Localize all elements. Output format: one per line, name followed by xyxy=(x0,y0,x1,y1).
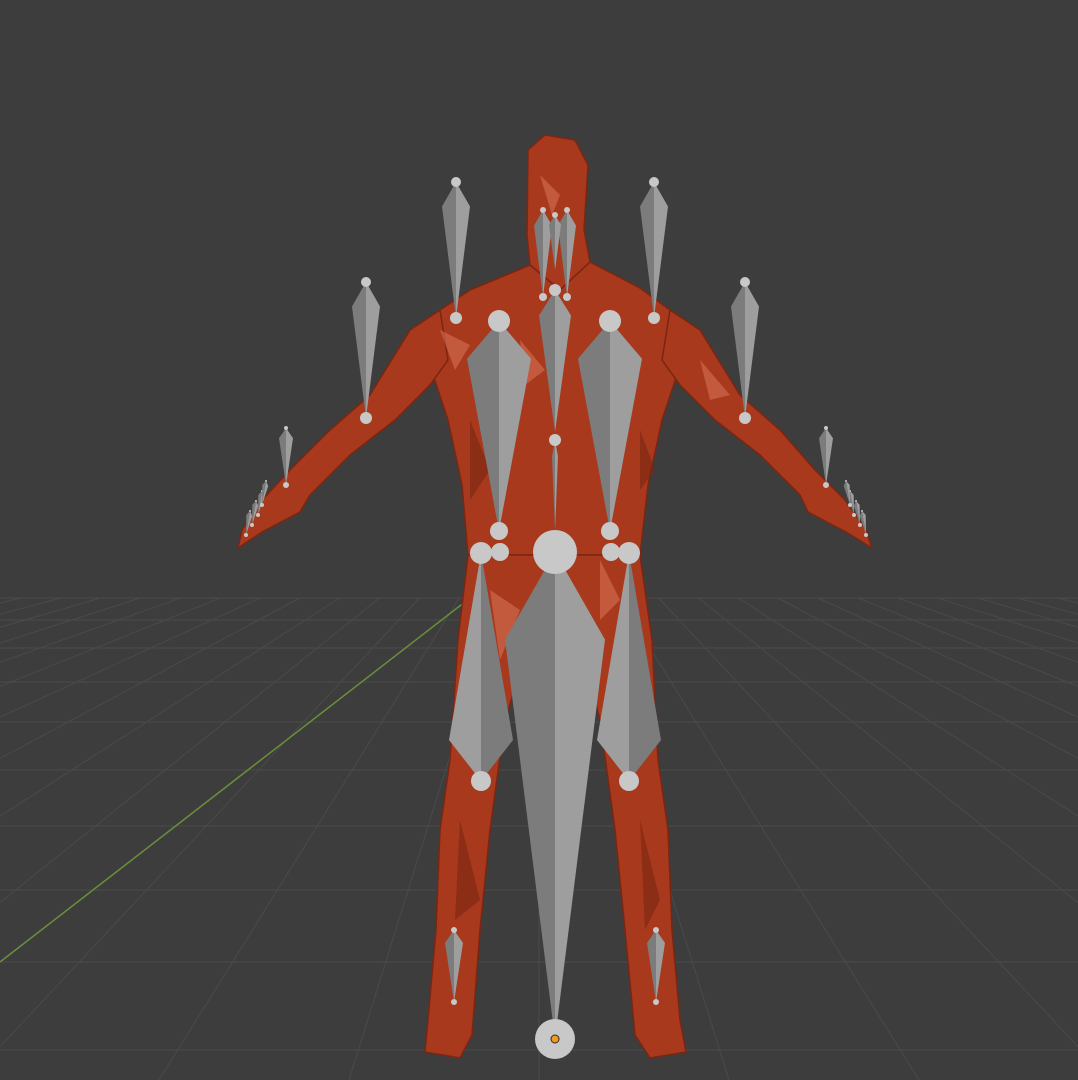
bone-joint[interactable] xyxy=(601,522,619,540)
bone-joint[interactable] xyxy=(451,999,457,1005)
grid-line xyxy=(0,597,221,687)
bone-joint[interactable] xyxy=(739,412,751,424)
bone-joint[interactable] xyxy=(540,207,546,213)
bone-joint[interactable] xyxy=(255,500,257,502)
viewport-scene[interactable] xyxy=(0,0,1078,1080)
bone-joint[interactable] xyxy=(265,480,267,482)
bone-joint[interactable] xyxy=(284,426,288,430)
grid-line xyxy=(857,597,1078,687)
grid-line xyxy=(1017,597,1078,615)
bone-joint[interactable] xyxy=(451,927,457,933)
bone-joint[interactable] xyxy=(549,284,561,296)
bone-joint[interactable] xyxy=(450,312,462,324)
armature[interactable] xyxy=(244,177,868,1059)
bone-joint[interactable] xyxy=(244,533,248,537)
hip-joint[interactable] xyxy=(618,542,640,564)
grid-line xyxy=(977,597,1078,628)
bone-joint[interactable] xyxy=(599,310,621,332)
hip-joint[interactable] xyxy=(602,543,620,561)
grid-line xyxy=(937,597,1078,644)
bone-joint[interactable] xyxy=(858,523,862,527)
bone-joint[interactable] xyxy=(260,503,264,507)
bone-joint[interactable] xyxy=(250,523,254,527)
bone-joint[interactable] xyxy=(549,434,561,446)
bone-joint[interactable] xyxy=(249,510,251,512)
bone-joint[interactable] xyxy=(361,277,371,287)
3d-viewport[interactable] xyxy=(0,0,1078,1080)
bone-joint[interactable] xyxy=(848,503,852,507)
grid-line xyxy=(897,597,1078,663)
bone-joint[interactable] xyxy=(256,513,260,517)
hip-joint[interactable] xyxy=(491,543,509,561)
grid-line xyxy=(0,597,61,615)
bone-joint[interactable] xyxy=(488,310,510,332)
grid-line xyxy=(777,597,1078,759)
bone-joint[interactable] xyxy=(539,293,547,301)
grid-line xyxy=(658,597,1078,1048)
grid-line xyxy=(1057,597,1078,604)
bone-joint[interactable] xyxy=(533,530,577,574)
bone-joint[interactable] xyxy=(824,426,828,430)
bone-joint[interactable] xyxy=(823,482,829,488)
grid-line xyxy=(0,597,301,759)
bone-joint[interactable] xyxy=(855,500,857,502)
grid-line xyxy=(0,597,181,663)
grid-line xyxy=(0,597,420,1048)
bone-joint[interactable] xyxy=(360,412,372,424)
bone-joint[interactable] xyxy=(490,522,508,540)
bone-joint[interactable] xyxy=(845,480,847,482)
bone-joint[interactable] xyxy=(648,312,660,324)
grid-line xyxy=(698,597,1078,904)
grid-line xyxy=(0,597,141,644)
bone-joint[interactable] xyxy=(564,207,570,213)
bone-joint[interactable] xyxy=(852,513,856,517)
bone-joint[interactable] xyxy=(552,212,558,218)
bone-joint[interactable] xyxy=(864,533,868,537)
grid-line xyxy=(158,597,460,1080)
bone-joint[interactable] xyxy=(451,177,461,187)
bone-joint[interactable] xyxy=(619,771,639,791)
grid-line xyxy=(0,597,380,904)
grid-line xyxy=(0,597,101,628)
bone-joint[interactable] xyxy=(653,927,659,933)
object-origin-icon[interactable] xyxy=(550,1034,560,1044)
bone-joint[interactable] xyxy=(283,482,289,488)
bone-joint[interactable] xyxy=(861,510,863,512)
hip-joint[interactable] xyxy=(470,542,492,564)
grid-line xyxy=(0,597,21,604)
bone-joint[interactable] xyxy=(471,771,491,791)
bone-joint[interactable] xyxy=(563,293,571,301)
y-axis-line xyxy=(0,597,471,963)
bone-joint[interactable] xyxy=(649,177,659,187)
bone-joint[interactable] xyxy=(653,999,659,1005)
bone-joint[interactable] xyxy=(740,277,750,287)
